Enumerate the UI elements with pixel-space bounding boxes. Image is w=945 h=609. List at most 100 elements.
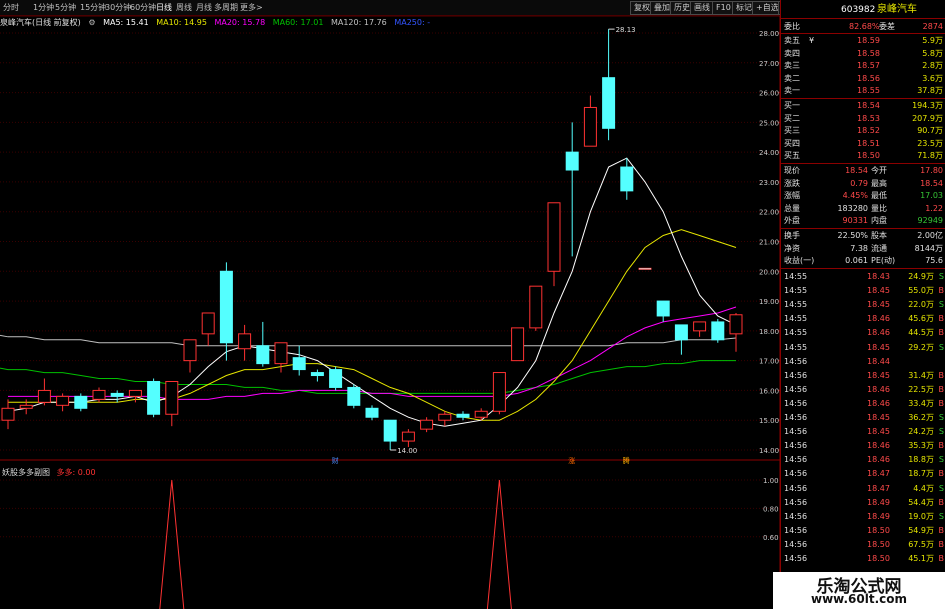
tick-volume: 22.0万 [908,300,934,310]
tick-row: 14:56 18.44 [781,356,945,368]
event-marker-event3[interactable]: 腾 [623,456,630,465]
tick-time: 14:56 [784,497,808,507]
tick-side: B [938,370,945,380]
event-marker-event1[interactable]: 财 [332,456,339,465]
tick-volume: 45.1万 [908,554,934,563]
candle-body [165,380,179,415]
tick-row: 14:56 18.47 18.7万 B [781,468,945,480]
tick-side: B [938,286,945,296]
stat-row: 涨幅 4.45% 最低 17.03 [781,190,945,202]
ma60-line-left [0,367,9,371]
candle-body [56,395,70,406]
tick-volume: 4.4万 [913,483,934,493]
candle-body [347,386,361,406]
weicha-label: 委差 [879,22,895,31]
tick-volume: 19.0万 [908,511,934,521]
tick-volume: 54.9万 [908,525,934,535]
stat-label: 最高 [871,178,887,188]
tick-volume: 35.3万 [908,441,934,451]
ma-lines [0,157,737,427]
tick-time: 14:56 [784,370,808,380]
tick-time: 14:56 [784,554,808,563]
candle-body [74,395,88,409]
tick-price: 18.44 [867,356,890,366]
tick-side: S [938,272,944,281]
ask-volume: 2.8万 [922,61,943,70]
stat-value: 4.45% [842,191,868,200]
ask-label: 卖五 [784,36,800,45]
tick-price: 18.46 [867,384,890,394]
tick-time: 14:55 [784,328,808,338]
tick-price: 18.50 [867,525,890,535]
ask-mark: ¥ [809,36,815,45]
stat2-value: 2.00亿 [917,231,943,240]
tick-row: 14:56 18.49 19.0万 S [781,511,945,523]
tick-row: 14:55 18.46 44.5万 B [781,327,945,339]
sub-indicator-chart [159,479,512,609]
bid-label: 买五 [784,151,800,160]
candle-body [274,342,288,365]
tick-time: 14:56 [784,483,808,493]
tick-volume: 44.5万 [908,328,934,338]
stat-value: 18.54 [845,166,868,175]
tick-volume: 55.0万 [908,286,934,296]
signal-peak [486,479,512,609]
tick-volume: 18.8万 [908,455,934,465]
candle-body [1,407,15,421]
stat-value: 17.80 [920,166,943,175]
tick-side: S [938,300,944,310]
ask-row: 卖三 18.57 2.8万 [781,60,945,72]
tick-volume: 22.5万 [908,384,934,394]
candle-body [310,372,324,377]
candle-body [474,410,488,418]
stock-code: 603982 [841,5,876,15]
bid-price: 18.50 [857,151,880,160]
y-tick-label: 24.00 [759,149,779,157]
ask-label: 卖三 [784,61,800,70]
candle-body [438,413,452,421]
candle-body [365,407,379,418]
tick-time: 14:55 [784,314,808,324]
tick-price: 18.46 [867,441,890,451]
tick-time: 14:56 [784,441,808,451]
ask-label: 卖二 [784,73,800,83]
ask-volume: 37.8万 [917,86,943,95]
sub-tick-label: 0.80 [763,505,779,513]
tick-side: B [938,469,945,479]
tick-side: S [938,342,944,352]
bid-label: 买四 [784,138,800,148]
quote-panel: 603982 泉峰汽车 委比 82.68% 委差 2874 卖五 ¥18.59 5.… [780,0,945,609]
tick-time: 14:56 [784,356,808,366]
tick-price: 18.45 [867,300,890,310]
kline-chart[interactable]: 28.00 27.00 26.00 25.00 24.00 23.00 22.00 21.00… [0,0,780,609]
tick-time: 14:55 [784,272,808,281]
tick-volume: 24.9万 [908,272,934,281]
tick-time: 14:56 [784,413,808,422]
event-marker-event2[interactable]: 涨 [568,456,575,465]
stat2-value: 22.50% [837,231,868,240]
candle-body [329,369,343,388]
tick-time: 14:56 [784,398,808,408]
weicha-value: 2874 [922,22,943,31]
candle-body [711,321,725,341]
stat-label: 最低 [871,191,887,200]
bid-volume: 207.9万 [912,113,943,123]
stat-label: 涨幅 [784,191,800,200]
stat-row: 外盘 90331 内盘 92949 [781,215,945,227]
stat-value: 92949 [917,216,943,225]
tick-time: 14:55 [784,286,808,296]
stock-header: 603982 泉峰汽车 [781,4,945,18]
tick-row: 14:55 18.43 24.9万 S [781,271,945,283]
tick-side: S [938,483,944,493]
y-tick-label: 21.00 [759,239,779,247]
tick-price: 18.50 [867,539,890,549]
tick-side: B [938,328,945,338]
high-label: 28.13 [616,26,636,34]
candle-body [656,300,670,317]
candle-body [238,333,252,350]
bid-volume: 90.7万 [917,126,943,135]
tick-volume: 31.4万 [908,370,934,380]
stat2-label: 净资 [784,243,800,253]
ask-price: 18.58 [857,48,880,58]
sub-indicator-name: 妖股多多副图 [2,468,50,477]
